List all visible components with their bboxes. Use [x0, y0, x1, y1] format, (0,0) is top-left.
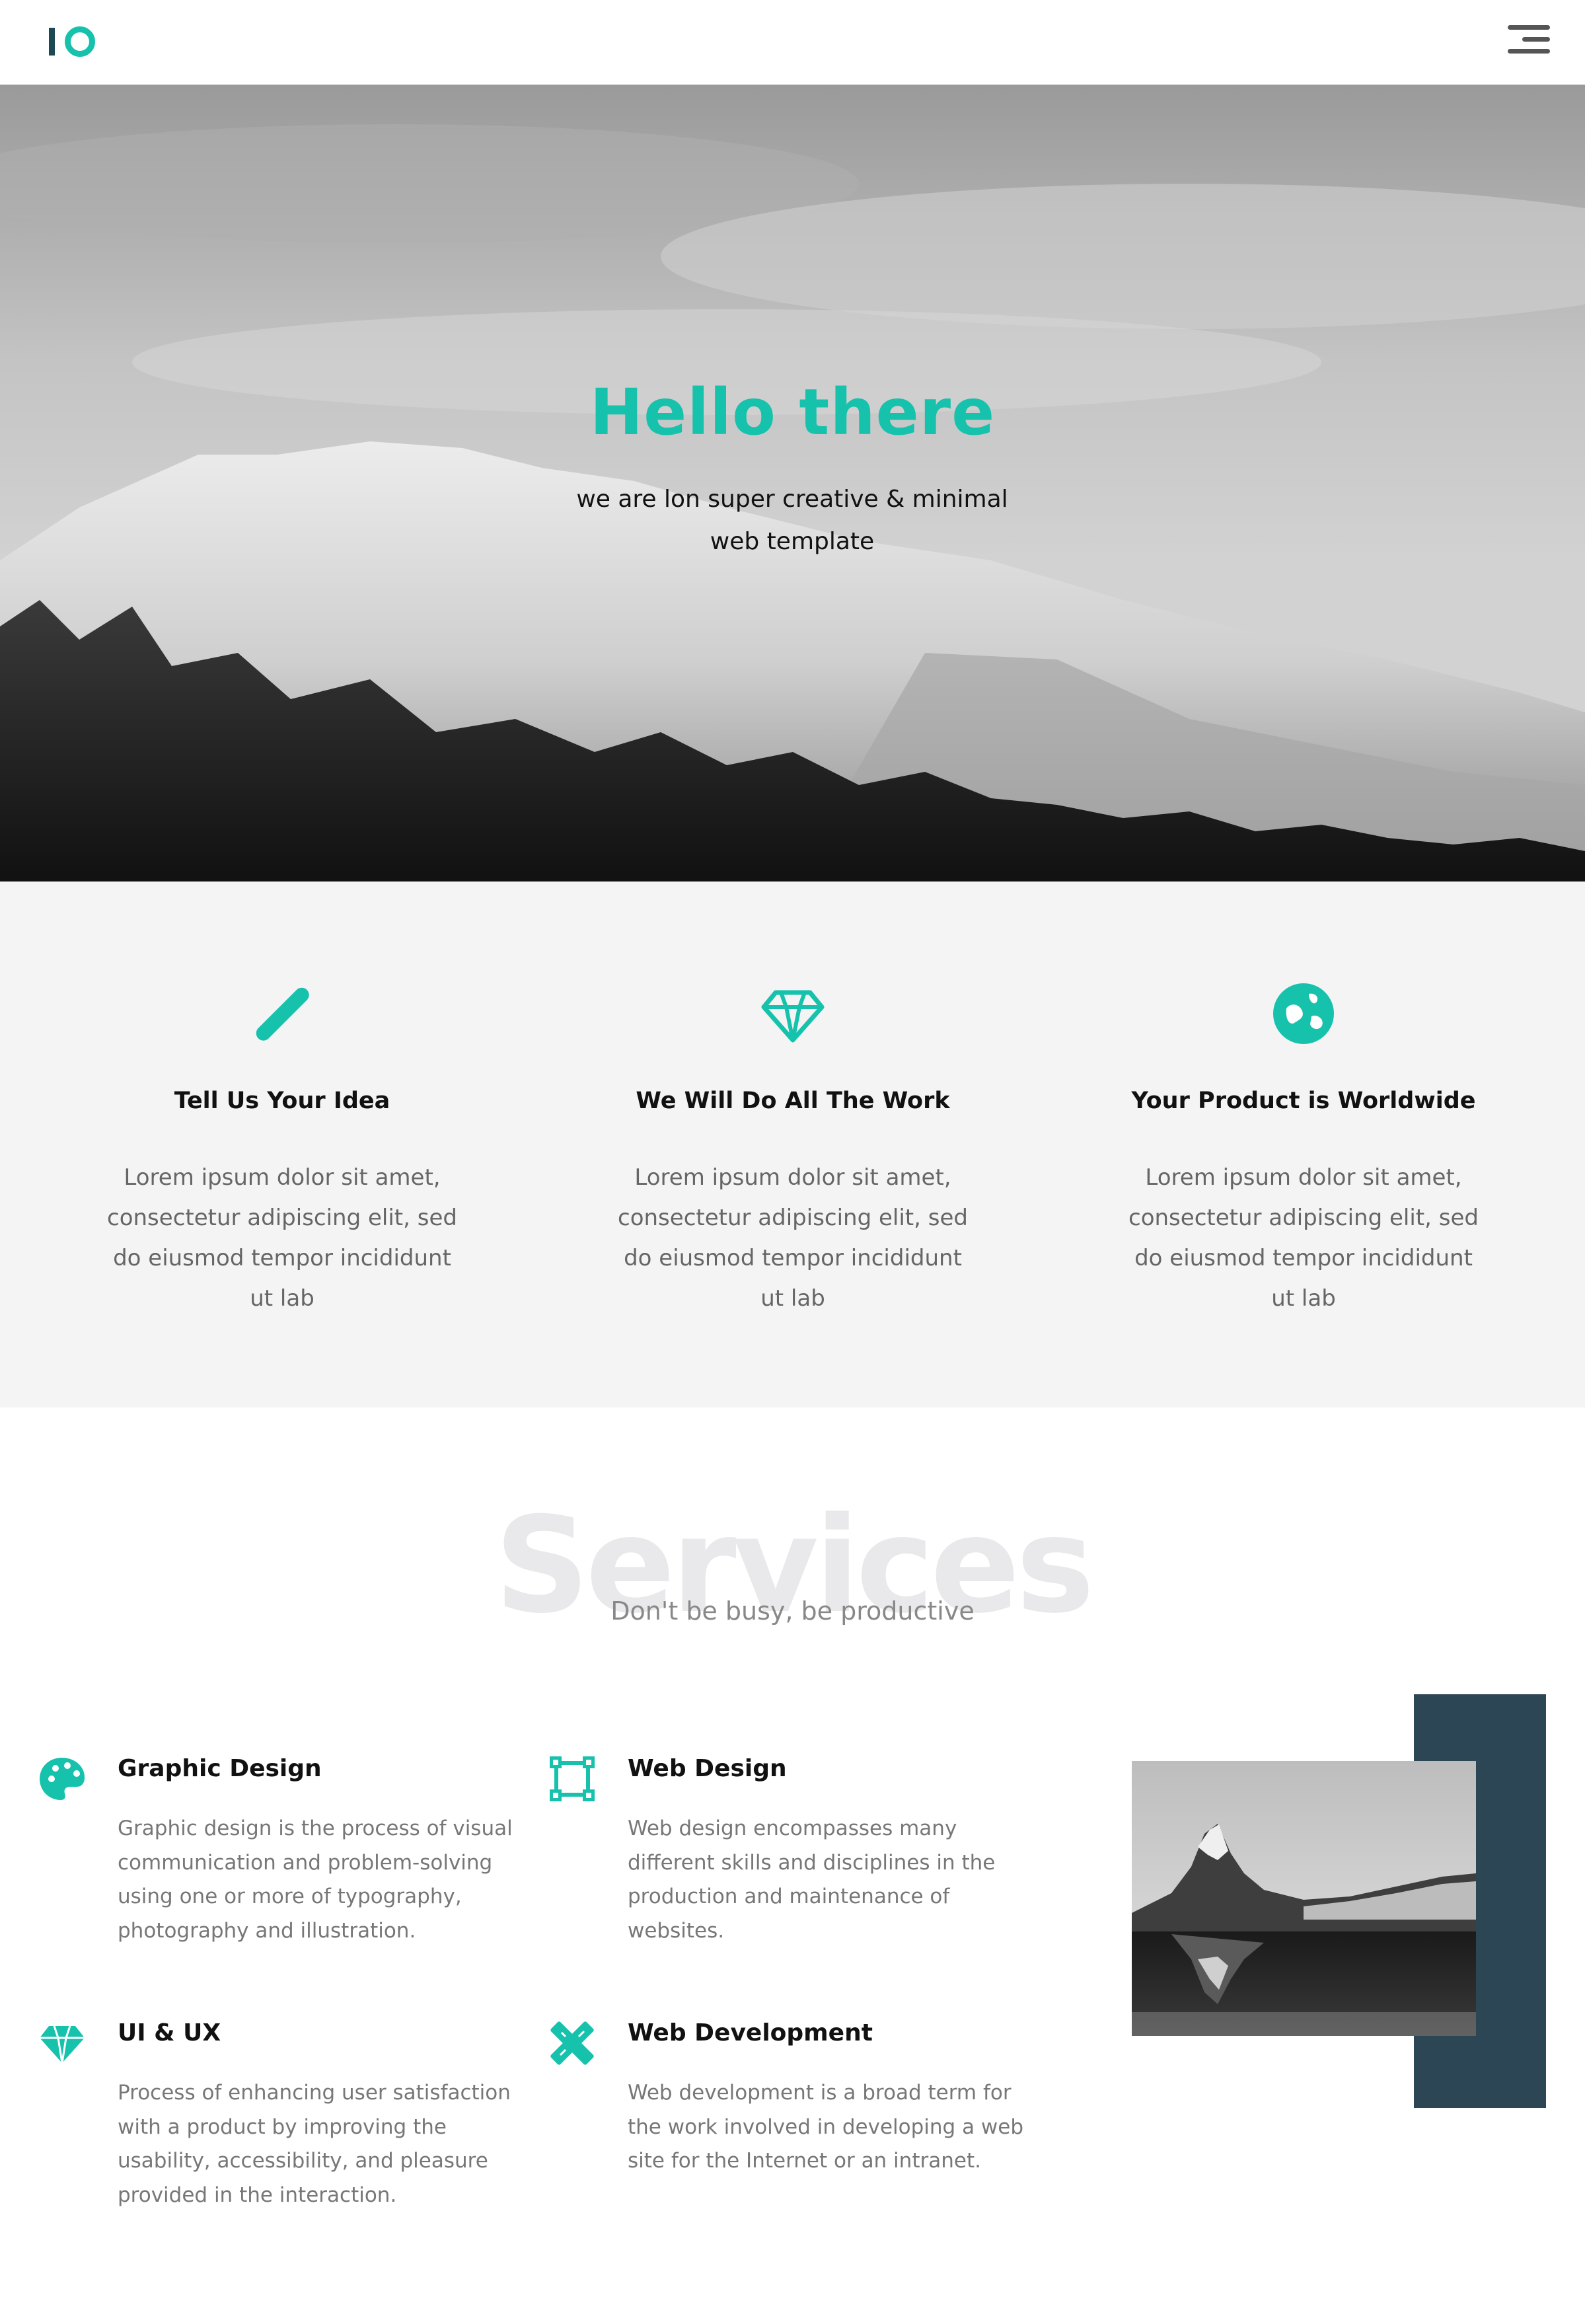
site-header	[0, 0, 1585, 85]
feature-text: Lorem ipsum dolor sit amet, consectetur …	[1128, 1164, 1479, 1312]
service-title: UI & UX	[118, 2019, 221, 2046]
hamburger-menu-icon[interactable]	[1508, 24, 1553, 56]
feature-title: We Will Do All The Work	[636, 1088, 950, 1114]
site-logo[interactable]	[49, 25, 95, 58]
pencil-icon	[256, 987, 309, 1041]
service-text: Web design encompasses many different sk…	[628, 1817, 996, 1943]
hero-section: Hello there we are lon super creative & …	[0, 85, 1585, 881]
hero-subtitle: we are lon super creative & minimal web …	[576, 486, 1008, 555]
service-text: Process of enhancing user satisfaction w…	[118, 2081, 511, 2207]
hero-title: Hello there	[589, 375, 996, 449]
diamond-icon	[761, 990, 825, 1043]
vector-square-icon	[550, 1756, 595, 1801]
service-title: Graphic Design	[118, 1755, 322, 1782]
pencil-ruler-icon	[550, 2021, 594, 2065]
service-text: Web development is a broad term for the …	[628, 2081, 1024, 2173]
feature-title: Your Product is Worldwide	[1131, 1088, 1476, 1114]
features-section: Tell Us Your Idea Lorem ipsum dolor sit …	[0, 881, 1585, 1407]
feature-title: Tell Us Your Idea	[174, 1088, 390, 1114]
matterhorn-photo	[1132, 1761, 1476, 2036]
logo-bar	[49, 28, 55, 56]
feature-text: Lorem ipsum dolor sit amet, consectetur …	[107, 1164, 457, 1312]
palette-icon	[40, 1758, 85, 1800]
service-title: Web Development	[628, 2019, 873, 2046]
logo-ring	[65, 26, 95, 57]
services-subheading: Don't be busy, be productive	[610, 1596, 975, 1626]
service-title: Web Design	[628, 1755, 787, 1782]
gem-icon	[40, 2025, 85, 2064]
globe-icon	[1273, 983, 1334, 1044]
feature-text: Lorem ipsum dolor sit amet, consectetur …	[618, 1164, 968, 1312]
service-text: Graphic design is the process of visual …	[118, 1817, 513, 1943]
